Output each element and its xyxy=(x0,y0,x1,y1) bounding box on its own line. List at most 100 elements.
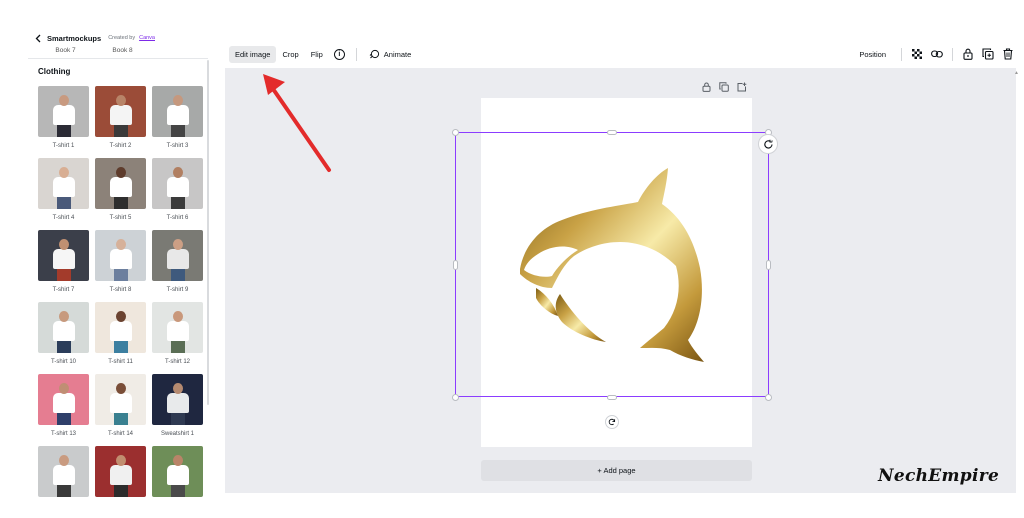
resize-handle-bottom-left[interactable] xyxy=(452,394,459,401)
model-shirt xyxy=(52,393,75,413)
mockup-item[interactable]: T-shirt 1 xyxy=(38,86,89,158)
mockup-label: T-shirt 3 xyxy=(166,143,189,149)
page-duplicate-icon[interactable] xyxy=(719,82,729,92)
model-pants xyxy=(170,268,185,281)
mockup-thumbnail xyxy=(95,158,146,209)
resize-handle-left[interactable] xyxy=(453,260,458,270)
mockup-label: T-shirt 14 xyxy=(107,431,133,437)
model-pants xyxy=(170,412,185,425)
mockup-item[interactable]: T-shirt 2 xyxy=(95,86,146,158)
book-labels-row: Book 7 Book 8 xyxy=(37,47,207,54)
mockup-item[interactable]: T-shirt 5 xyxy=(95,158,146,230)
mockup-label: Sweatshirt 1 xyxy=(160,431,194,437)
mockup-thumbnail xyxy=(95,302,146,353)
editor-toolbar: Edit image Crop Flip i Animate Position xyxy=(225,42,1024,66)
mockup-item[interactable]: T-shirt 12 xyxy=(152,302,203,374)
mockup-thumbnail xyxy=(152,446,203,497)
ai-edit-button[interactable] xyxy=(758,134,778,154)
animate-button[interactable]: Animate xyxy=(363,46,418,63)
mockup-label: T-shirt 4 xyxy=(52,215,75,221)
mockup-item[interactable]: T-shirt 8 xyxy=(95,230,146,302)
model-shirt xyxy=(109,177,132,197)
mockup-item[interactable]: T-shirt 3 xyxy=(152,86,203,158)
side-panel: Smartmockups Created by Canva Book 7 Boo… xyxy=(0,0,212,512)
toolbar-divider xyxy=(355,47,357,61)
resize-handle-top-left[interactable] xyxy=(452,129,459,136)
lock-icon[interactable] xyxy=(962,48,974,60)
model-shirt xyxy=(166,321,189,341)
mockup-item[interactable]: T-shirt 13 xyxy=(38,374,89,446)
model-shirt xyxy=(166,105,189,125)
model-shirt xyxy=(52,177,75,197)
book-label[interactable]: Book 7 xyxy=(37,47,94,54)
model-shirt xyxy=(52,321,75,341)
model-shirt xyxy=(52,465,75,485)
duplicate-icon[interactable] xyxy=(982,48,994,60)
model-shirt xyxy=(52,249,75,269)
info-icon[interactable]: i xyxy=(333,48,345,60)
transparency-icon[interactable] xyxy=(911,48,923,60)
trash-icon[interactable] xyxy=(1002,48,1014,60)
model-head xyxy=(115,95,126,106)
mockup-item[interactable]: T-shirt 10 xyxy=(38,302,89,374)
mockup-item[interactable]: T-shirt 6 xyxy=(152,158,203,230)
model-pants xyxy=(56,484,71,497)
model-pants xyxy=(170,124,185,137)
model-pants xyxy=(113,268,128,281)
canvas-area[interactable]: + Add page xyxy=(225,68,1016,493)
model-head xyxy=(115,455,126,466)
model-shirt xyxy=(109,249,132,269)
mockup-thumbnail xyxy=(152,86,203,137)
mockup-item[interactable]: T-shirt 7 xyxy=(38,230,89,302)
mockup-item[interactable]: T-shirt 9 xyxy=(152,230,203,302)
resize-handle-bottom[interactable] xyxy=(607,395,617,400)
mockup-item[interactable] xyxy=(38,446,89,518)
model-head xyxy=(172,239,183,250)
canva-link[interactable]: Canva xyxy=(139,35,155,41)
rotate-button[interactable] xyxy=(605,415,619,429)
resize-handle-right[interactable] xyxy=(766,260,771,270)
model-head xyxy=(115,167,126,178)
model-head xyxy=(58,311,69,322)
model-head xyxy=(172,455,183,466)
resize-handle-bottom-right[interactable] xyxy=(765,394,772,401)
panel-scrollbar[interactable] xyxy=(207,60,209,405)
model-head xyxy=(172,311,183,322)
mockup-item[interactable]: T-shirt 4 xyxy=(38,158,89,230)
magic-refresh-icon xyxy=(763,139,773,149)
model-pants xyxy=(56,124,71,137)
link-icon[interactable] xyxy=(931,48,943,60)
model-pants xyxy=(170,340,185,353)
position-button[interactable]: Position xyxy=(853,46,892,63)
panel-header: Smartmockups Created by Canva xyxy=(35,32,155,44)
crop-button[interactable]: Crop xyxy=(276,46,304,63)
book-label[interactable]: Book 8 xyxy=(94,47,151,54)
resize-handle-top[interactable] xyxy=(607,130,617,135)
add-page-button[interactable]: + Add page xyxy=(481,460,752,481)
flip-button[interactable]: Flip xyxy=(305,46,329,63)
model-shirt xyxy=(109,105,132,125)
edit-image-button[interactable]: Edit image xyxy=(229,45,277,63)
toolbar-divider xyxy=(901,47,902,61)
add-page-icon[interactable] xyxy=(737,82,747,92)
model-head xyxy=(58,383,69,394)
mockup-item[interactable] xyxy=(95,446,146,518)
canvas-scrollbar[interactable] xyxy=(1016,68,1024,493)
model-head xyxy=(172,95,183,106)
model-pants xyxy=(170,196,185,209)
mockup-thumbnail xyxy=(38,302,89,353)
scroll-up-arrow-icon[interactable]: ▲ xyxy=(1014,70,1019,76)
selection-box[interactable] xyxy=(455,132,769,397)
created-by-label: Created by xyxy=(108,35,136,41)
mockup-item[interactable]: T-shirt 11 xyxy=(95,302,146,374)
panel-divider xyxy=(28,58,208,59)
mockup-item[interactable]: Sweatshirt 1 xyxy=(152,374,203,446)
model-head xyxy=(58,167,69,178)
page-lock-icon[interactable] xyxy=(701,82,711,92)
mockup-thumbnail xyxy=(38,158,89,209)
mockup-item[interactable]: T-shirt 14 xyxy=(95,374,146,446)
back-chevron-icon[interactable] xyxy=(35,33,43,43)
toolbar-divider xyxy=(952,47,953,61)
model-pants xyxy=(56,412,71,425)
mockup-item[interactable] xyxy=(152,446,203,518)
